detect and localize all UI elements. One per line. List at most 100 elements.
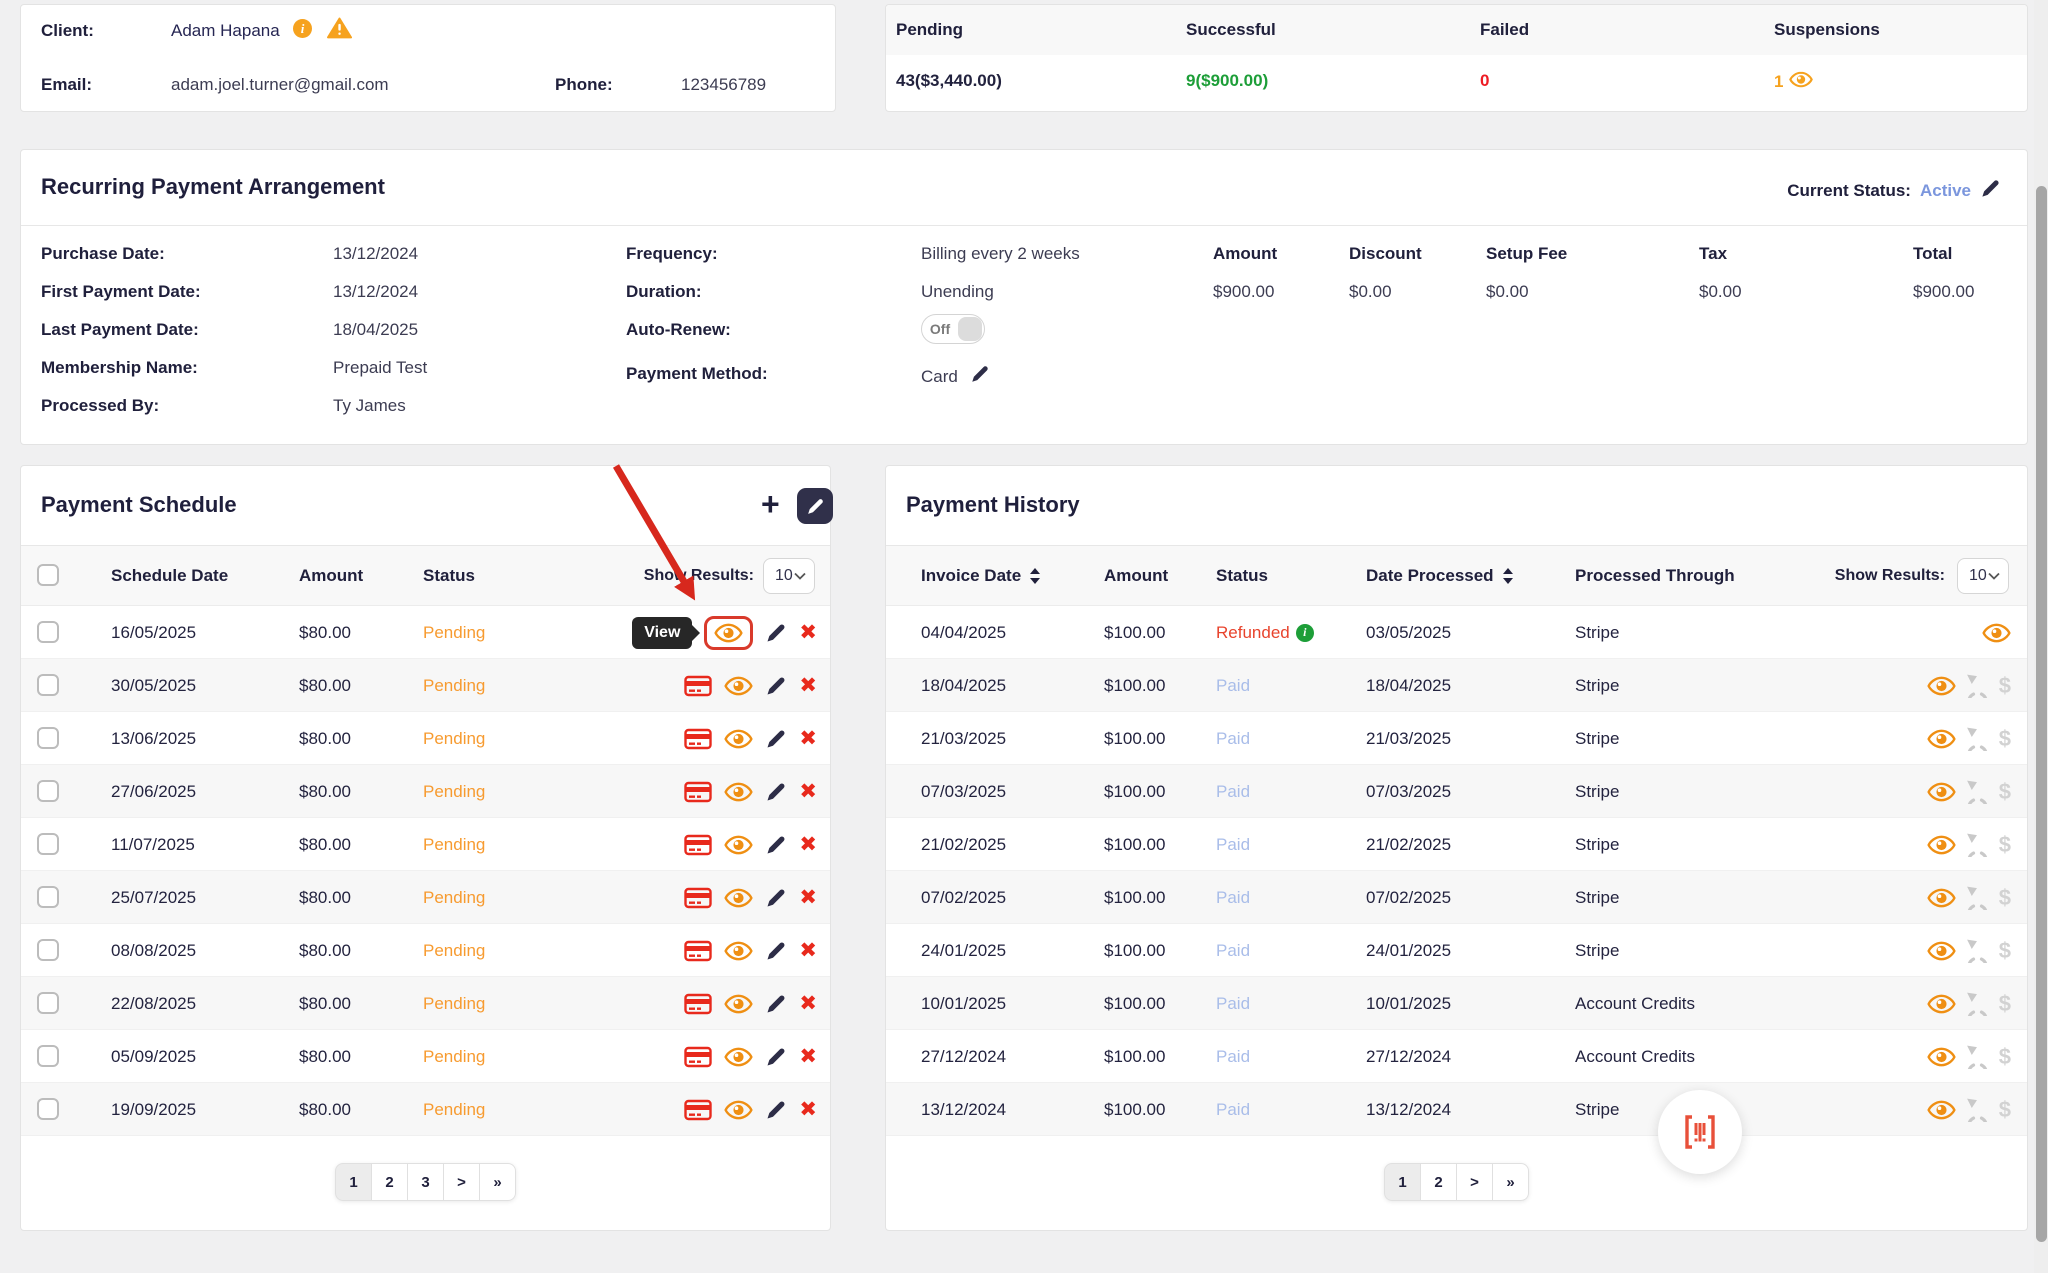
delete-icon[interactable] (799, 1046, 817, 1067)
edit-status-icon[interactable] (1980, 178, 2001, 204)
view-eye-icon[interactable] (1927, 676, 1956, 696)
view-eye-icon[interactable] (724, 1100, 753, 1120)
edit-icon[interactable] (765, 940, 787, 962)
view-eye-icon[interactable] (1927, 888, 1956, 908)
row-checkbox[interactable] (37, 674, 59, 696)
suspensions-eye-icon[interactable] (1789, 71, 1813, 93)
charge-icon[interactable] (1999, 832, 2011, 858)
card-payment-icon[interactable] (684, 993, 712, 1015)
card-payment-icon[interactable] (684, 940, 712, 962)
row-checkbox[interactable] (37, 780, 59, 802)
edit-icon[interactable] (765, 622, 787, 644)
sort-icon[interactable] (1502, 568, 1514, 584)
view-eye-icon[interactable] (1927, 1100, 1956, 1120)
refund-icon[interactable] (1965, 991, 1990, 1016)
delete-icon[interactable] (799, 728, 817, 749)
charge-icon[interactable] (1999, 779, 2011, 805)
card-payment-icon[interactable] (684, 728, 712, 750)
scan-barcode-button[interactable] (1658, 1090, 1742, 1174)
edit-icon[interactable] (765, 781, 787, 803)
view-eye-icon[interactable] (724, 835, 753, 855)
delete-icon[interactable] (799, 940, 817, 961)
row-checkbox[interactable] (37, 1098, 59, 1120)
edit-schedule-button[interactable] (797, 488, 833, 524)
row-checkbox[interactable] (37, 992, 59, 1014)
add-schedule-icon[interactable] (761, 486, 780, 522)
view-eye-icon[interactable] (1927, 1047, 1956, 1067)
row-checkbox[interactable] (37, 727, 59, 749)
page-button[interactable]: 2 (371, 1163, 408, 1201)
view-eye-icon[interactable] (1927, 941, 1956, 961)
refund-icon[interactable] (1965, 885, 1990, 910)
col-invoice-date[interactable]: Invoice Date (921, 566, 1041, 586)
client-info-icon[interactable] (293, 19, 312, 38)
view-eye-icon[interactable] (1927, 782, 1956, 802)
view-eye-icon[interactable] (1927, 835, 1956, 855)
delete-icon[interactable] (799, 781, 817, 802)
view-eye-icon[interactable] (724, 782, 753, 802)
view-eye-icon[interactable] (1927, 994, 1956, 1014)
charge-icon[interactable] (1999, 885, 2011, 911)
charge-icon[interactable] (1999, 938, 2011, 964)
page-button[interactable]: > (1456, 1163, 1493, 1201)
charge-icon[interactable] (1999, 1097, 2011, 1123)
delete-icon[interactable] (799, 675, 817, 696)
edit-icon[interactable] (765, 887, 787, 909)
card-payment-icon[interactable] (684, 887, 712, 909)
col-date-processed[interactable]: Date Processed (1366, 566, 1514, 586)
delete-icon[interactable] (799, 993, 817, 1014)
select-all-checkbox[interactable] (37, 564, 59, 586)
charge-icon[interactable] (1999, 991, 2011, 1017)
page-button[interactable]: » (479, 1163, 516, 1201)
row-checkbox[interactable] (37, 621, 59, 643)
row-checkbox[interactable] (37, 939, 59, 961)
view-eye-icon[interactable] (724, 1047, 753, 1067)
charge-icon[interactable] (1999, 673, 2011, 699)
row-checkbox[interactable] (37, 1045, 59, 1067)
delete-icon[interactable] (799, 622, 817, 643)
scrollbar-thumb[interactable] (2036, 186, 2047, 1242)
edit-icon[interactable] (765, 675, 787, 697)
refund-icon[interactable] (1965, 726, 1990, 751)
page-button[interactable]: 2 (1420, 1163, 1457, 1201)
page-size-select[interactable]: 10 (763, 558, 815, 594)
view-eye-icon[interactable] (724, 941, 753, 961)
view-eye-icon[interactable] (1982, 623, 2011, 643)
view-eye-icon[interactable] (724, 888, 753, 908)
view-eye-icon[interactable] (714, 623, 743, 643)
charge-icon[interactable] (1999, 726, 2011, 752)
card-payment-icon[interactable] (684, 1099, 712, 1121)
delete-icon[interactable] (799, 1099, 817, 1120)
delete-icon[interactable] (799, 887, 817, 908)
view-eye-icon[interactable] (724, 729, 753, 749)
sort-icon[interactable] (1029, 568, 1041, 584)
view-eye-icon[interactable] (724, 994, 753, 1014)
refund-icon[interactable] (1965, 779, 1990, 804)
page-button[interactable]: » (1492, 1163, 1529, 1201)
edit-icon[interactable] (765, 834, 787, 856)
refund-icon[interactable] (1965, 1044, 1990, 1069)
refund-icon[interactable] (1965, 832, 1990, 857)
auto-renew-toggle[interactable]: Off (921, 314, 985, 344)
card-payment-icon[interactable] (684, 781, 712, 803)
page-button[interactable]: > (443, 1163, 480, 1201)
delete-icon[interactable] (799, 834, 817, 855)
edit-icon[interactable] (765, 993, 787, 1015)
client-name-link[interactable]: Adam Hapana (171, 21, 280, 41)
client-warning-icon[interactable] (327, 17, 352, 44)
refund-icon[interactable] (1965, 938, 1990, 963)
page-size-select[interactable]: 10 (1957, 558, 2009, 594)
edit-icon[interactable] (765, 1099, 787, 1121)
row-checkbox[interactable] (37, 886, 59, 908)
card-payment-icon[interactable] (684, 1046, 712, 1068)
edit-icon[interactable] (765, 1046, 787, 1068)
view-icon-highlight[interactable] (704, 616, 753, 650)
refund-info-icon[interactable] (1296, 624, 1314, 642)
view-eye-icon[interactable] (724, 676, 753, 696)
charge-icon[interactable] (1999, 1044, 2011, 1070)
page-button[interactable]: 3 (407, 1163, 444, 1201)
row-checkbox[interactable] (37, 833, 59, 855)
view-eye-icon[interactable] (1927, 729, 1956, 749)
edit-payment-method-icon[interactable] (970, 364, 990, 389)
edit-icon[interactable] (765, 728, 787, 750)
